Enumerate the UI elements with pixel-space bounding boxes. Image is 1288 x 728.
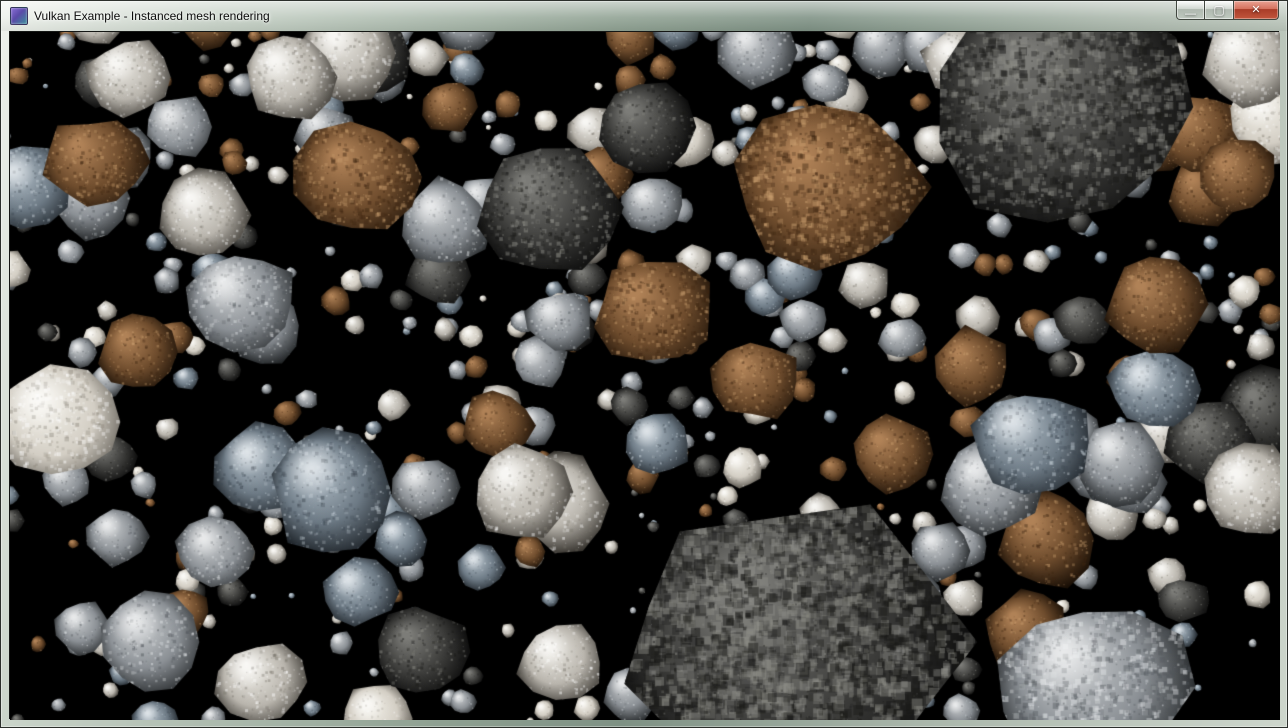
- app-window: Vulkan Example - Instanced mesh renderin…: [0, 0, 1288, 728]
- titlebar[interactable]: Vulkan Example - Instanced mesh renderin…: [1, 1, 1287, 31]
- minimize-button[interactable]: —: [1176, 1, 1205, 20]
- maximize-button[interactable]: ▢: [1205, 1, 1234, 20]
- minimize-icon: —: [1185, 9, 1196, 20]
- app-icon: [10, 7, 28, 25]
- render-viewport[interactable]: [10, 32, 1280, 720]
- close-icon: ✕: [1251, 5, 1260, 16]
- client-area: [9, 31, 1279, 719]
- close-button[interactable]: ✕: [1234, 1, 1279, 20]
- window-title: Vulkan Example - Instanced mesh renderin…: [34, 9, 270, 23]
- maximize-icon: ▢: [1213, 4, 1224, 16]
- window-controls: — ▢ ✕: [1176, 1, 1279, 20]
